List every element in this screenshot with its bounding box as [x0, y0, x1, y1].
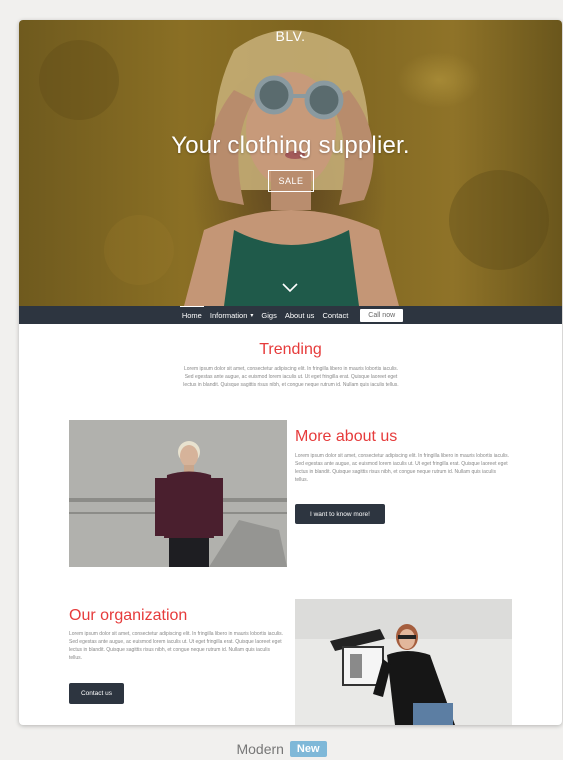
nav-item-label: Information [209, 310, 248, 320]
nav-item-label: About us [284, 310, 315, 320]
nav-item-home[interactable]: Home [178, 306, 206, 324]
trending-text: Lorem ipsum dolor sit amet, consectetur … [183, 366, 399, 388]
theme-preview-card[interactable]: BLV. Your clothing supplier. SALE Home I… [19, 20, 562, 725]
nav-item-about-us[interactable]: About us [281, 306, 319, 324]
organization-text: Lorem ipsum dolor sit amet, consectetur … [69, 631, 283, 661]
nav-item-gigs[interactable]: Gigs [257, 306, 280, 324]
theme-label-row: Modern New [0, 739, 563, 759]
know-more-button[interactable]: I want to know more! [295, 504, 385, 524]
new-badge: New [289, 741, 327, 757]
organization-heading: Our organization [69, 607, 188, 624]
chevron-down-icon[interactable] [281, 282, 299, 294]
contact-us-button[interactable]: Contact us [69, 683, 124, 704]
hero-photo [39, 30, 549, 306]
nav-item-label: Contact [322, 310, 349, 320]
sale-button[interactable]: SALE [268, 170, 314, 192]
about-image [69, 420, 287, 567]
nav-item-information[interactable]: Information ▾ [206, 306, 258, 324]
about-heading: More about us [295, 428, 398, 445]
organization-image [295, 599, 512, 725]
site-logo[interactable]: BLV. [19, 28, 562, 44]
call-now-button[interactable]: Call now [360, 308, 404, 322]
nav-item-label: Gigs [261, 310, 277, 320]
theme-name: Modern [236, 741, 284, 757]
hero-section: BLV. Your clothing supplier. SALE [19, 20, 562, 306]
hero-title: Your clothing supplier. [171, 132, 410, 159]
main-navbar: Home Information ▾ Gigs About us Contact … [19, 306, 562, 324]
about-text: Lorem ipsum dolor sit amet, consectetur … [295, 453, 509, 483]
nav-item-contact[interactable]: Contact [318, 306, 352, 324]
nav-item-label: Home [181, 310, 202, 320]
trending-heading: Trending [259, 341, 322, 358]
dropdown-caret-icon: ▾ [250, 312, 254, 319]
